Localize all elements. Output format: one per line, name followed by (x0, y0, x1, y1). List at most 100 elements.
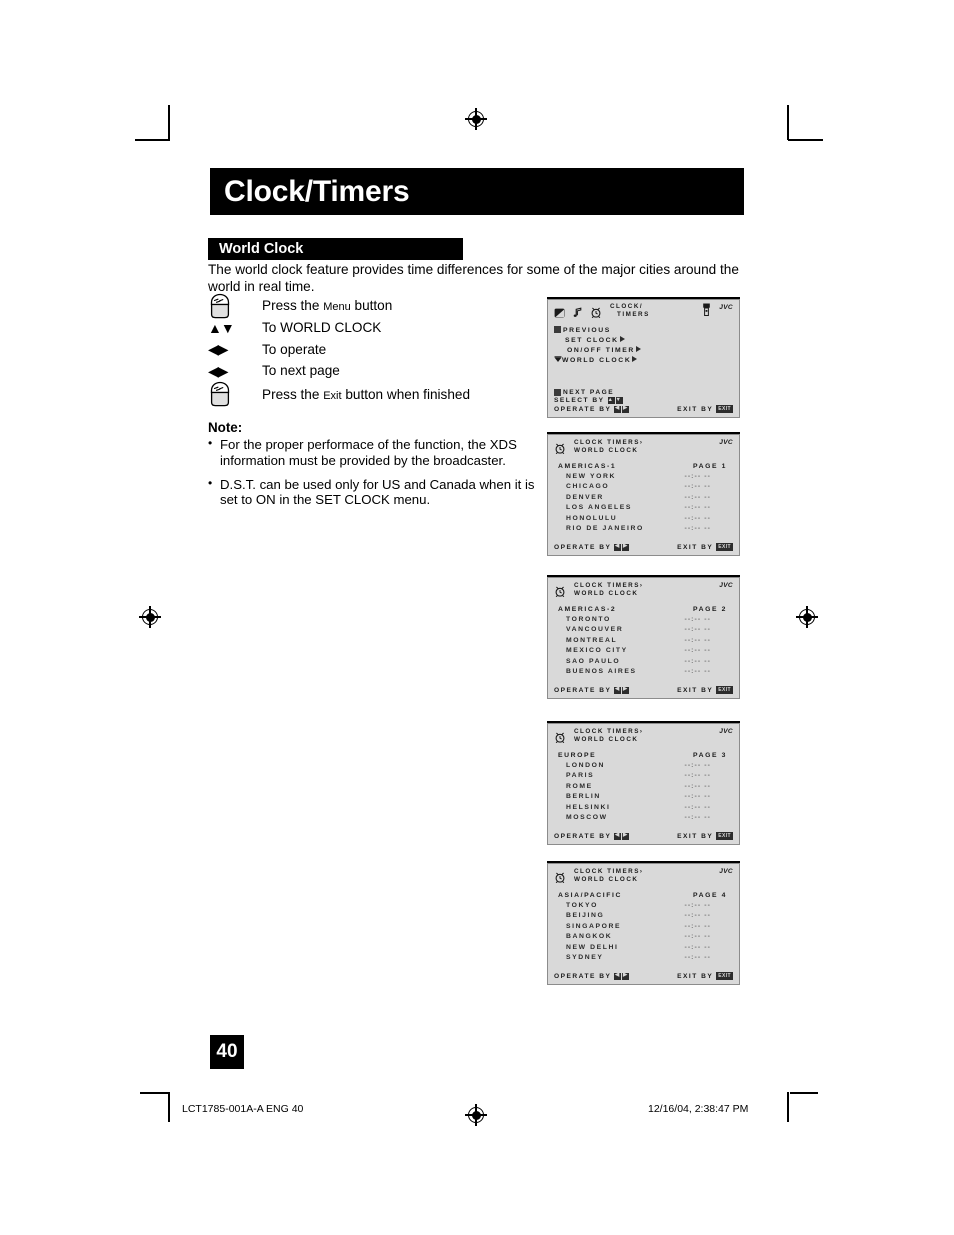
city-name: RIO DE JANEIRO (566, 525, 644, 533)
city-name: BERLIN (566, 793, 601, 801)
city-row: TORONTO --:-- -- (554, 615, 733, 626)
clock-timers-icon[interactable] (554, 441, 566, 459)
osd-operate-by: OPERATE BY ◀ ▶ (554, 972, 630, 980)
world-clock-table: ASIA/PACIFIC PAGE 4 TOKYO --:-- -- BEIJING --… (554, 892, 733, 964)
city-time: --:-- -- (684, 912, 711, 920)
world-clock-table: AMERICAS-2 PAGE 2 TORONTO --:-- -- VANCOUVER… (554, 606, 733, 678)
osd-title-line2: WORLD CLOCK (574, 447, 639, 455)
osd-footer: NEXT PAGE SELECT BY ▲ ▼ OPERATE BY ◀ ▶ EXI… (554, 389, 733, 413)
osd-operate-by: OPERATE BY ◀ ▶ (554, 405, 630, 413)
osd-top-rule (547, 721, 740, 723)
osd-title-line2: WORLD CLOCK (574, 590, 639, 598)
picture-icon[interactable] (554, 305, 565, 323)
note-heading: Note: (208, 420, 243, 435)
city-time: --:-- -- (684, 514, 711, 522)
registration-mark-right (796, 606, 818, 628)
clock-timers-icon[interactable] (590, 305, 602, 323)
footer-document-id: LCT1785-001A-A ENG 40 (182, 1103, 304, 1115)
region-label: AMERICAS-1 (558, 463, 617, 470)
page-label: PAGE 4 (692, 892, 727, 899)
city-row: BANGKOK --:-- -- (554, 932, 733, 943)
osd-top-rule (547, 575, 740, 577)
city-time: --:-- -- (684, 657, 711, 665)
osd-menu-items: PREVIOUS SET CLOCK ON/OFF TIMER WORLD CL… (554, 326, 733, 367)
left-right-key-icon: ◀ ▶ (614, 686, 630, 694)
osd-operate-by: OPERATE BY ◀ ▶ (554, 686, 630, 694)
table-header: ASIA/PACIFIC PAGE 4 (554, 892, 733, 901)
city-row: VANCOUVER --:-- -- (554, 625, 733, 636)
registration-mark-left (139, 606, 161, 628)
osd-exit-by: EXIT BY EXIT (677, 405, 733, 413)
city-row: PARIS --:-- -- (554, 771, 733, 782)
section-title: World Clock (219, 241, 304, 257)
registration-mark-bottom (465, 1104, 487, 1126)
exit-key-badge: EXIT (716, 686, 733, 694)
osd-footer: OPERATE BY ◀ ▶ EXIT BY EXIT (554, 686, 733, 694)
clock-timers-icon[interactable] (554, 870, 566, 888)
city-time: --:-- -- (684, 803, 711, 811)
left-right-key-icon: ◀ ▶ (614, 405, 630, 413)
clock-timers-icon[interactable] (554, 584, 566, 602)
osd-title: CLOCK/ TIMERS (610, 303, 650, 320)
city-name: HELSINKI (566, 803, 611, 811)
left-right-key-icon: ◀ ▶ (614, 972, 630, 980)
up-box-icon (554, 326, 561, 333)
city-time: --:-- -- (684, 772, 711, 780)
city-time: --:-- -- (684, 626, 711, 634)
city-row: DENVER --:-- -- (554, 493, 733, 504)
city-row: SAO PAULO --:-- -- (554, 657, 733, 668)
city-row: CHICAGO --:-- -- (554, 482, 733, 493)
city-name: MEXICO CITY (566, 647, 628, 655)
city-row: SINGAPORE --:-- -- (554, 922, 733, 933)
city-time: --:-- -- (684, 933, 711, 941)
step-label: To WORLD CLOCK (262, 320, 382, 336)
osd-next-page[interactable]: NEXT PAGE (554, 389, 733, 396)
city-name: MONTREAL (566, 636, 618, 644)
city-row: SYDNEY --:-- -- (554, 953, 733, 964)
exit-key-badge: EXIT (716, 405, 733, 413)
step-label: Press the Exit button when finished (262, 386, 471, 402)
city-time: --:-- -- (684, 954, 711, 962)
osd-category-icons (554, 305, 602, 323)
city-time: --:-- -- (684, 668, 711, 676)
osd-menu-item-set-clock[interactable]: SET CLOCK (554, 336, 733, 346)
step-operate: ◀▶ To operate (208, 339, 538, 361)
city-row: NEW YORK --:-- -- (554, 472, 733, 483)
table-header: AMERICAS-2 PAGE 2 (554, 606, 733, 615)
city-row: BEIJING --:-- -- (554, 911, 733, 922)
osd-title: CLOCK TIMERS› WORLD CLOCK (574, 868, 644, 885)
city-name: SINGAPORE (566, 922, 622, 930)
sound-icon[interactable] (572, 305, 583, 323)
city-time: --:-- -- (684, 782, 711, 790)
city-name: LOS ANGELES (566, 504, 633, 512)
left-right-arrows-icon: ◀▶ (208, 341, 229, 358)
remote-control-icon (702, 303, 711, 321)
city-row: ROME --:-- -- (554, 782, 733, 793)
osd-category-icons (554, 870, 566, 888)
city-name: LONDON (566, 761, 606, 769)
press-hand-icon (208, 293, 262, 319)
exit-key-badge: EXIT (716, 972, 733, 980)
selection-cursor-icon (554, 356, 562, 367)
osd-header: CLOCK/ TIMERS JVC (548, 300, 739, 326)
jvc-logo: JVC (719, 868, 733, 875)
osd-menu-item-on-off-timer[interactable]: ON/OFF TIMER (554, 346, 733, 356)
osd-title-line1: CLOCK TIMERS› (574, 728, 644, 735)
note-item: For the proper performace of the functio… (208, 436, 538, 469)
city-time: --:-- -- (684, 901, 711, 909)
city-name: NEW YORK (566, 472, 617, 480)
section-heading-banner: World Clock (208, 238, 463, 260)
clock-timers-icon[interactable] (554, 730, 566, 748)
step-press-exit: Press the Exit button when finished (208, 381, 538, 407)
manual-page: Clock/Timers World Clock The world clock… (0, 0, 954, 1235)
osd-category-icons (554, 730, 566, 748)
osd-exit-by: EXIT BY EXIT (677, 972, 733, 980)
osd-menu-item-previous[interactable]: PREVIOUS (554, 326, 733, 336)
osd-exit-by: EXIT BY EXIT (677, 543, 733, 551)
note-block: Note: For the proper performace of the f… (208, 420, 538, 516)
osd-title-line2: WORLD CLOCK (574, 736, 639, 744)
city-time: --:-- -- (684, 814, 711, 822)
osd-category-icons (554, 441, 566, 459)
crop-mark-top-right-v (787, 105, 789, 140)
osd-menu-item-world-clock[interactable]: WORLD CLOCK (554, 356, 733, 367)
